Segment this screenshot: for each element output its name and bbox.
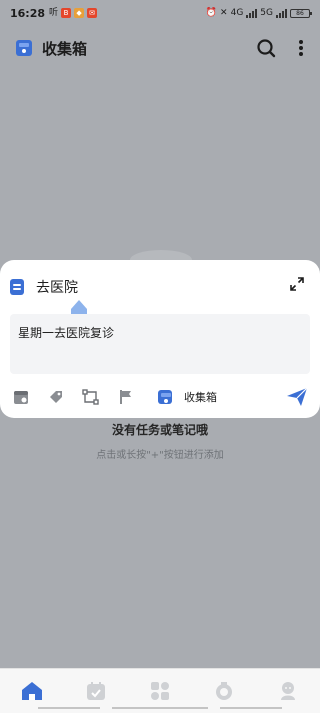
notification-app-icon: B: [61, 8, 72, 18]
home-icon[interactable]: [12, 671, 52, 711]
task-title-input[interactable]: 去医院: [36, 277, 78, 297]
empty-state-title: 没有任务或笔记哦: [111, 423, 208, 437]
tag-icon[interactable]: [47, 388, 65, 406]
quick-add-toolbar: 收集箱: [12, 386, 308, 408]
priority-flag-icon[interactable]: [117, 388, 135, 406]
search-icon[interactable]: [256, 38, 276, 58]
project-label: 收集箱: [184, 391, 217, 404]
alarm-icon: ⏰: [205, 8, 218, 18]
gesture-bar: [112, 707, 208, 709]
status-bar: 16:28 听 B ◆ ✉ ⏰ ✕ 4G 5G 86: [0, 0, 320, 26]
status-carrier-text: 听: [49, 7, 59, 18]
task-title-row: 去医院: [10, 276, 78, 298]
project-selector[interactable]: 收集箱: [158, 389, 217, 405]
send-icon[interactable]: [286, 387, 308, 407]
habit-icon[interactable]: [204, 671, 244, 711]
calendar-icon[interactable]: [76, 671, 116, 711]
profile-icon[interactable]: [268, 671, 308, 711]
battery-icon: 86: [290, 8, 312, 18]
app-header: 收集箱: [0, 30, 320, 66]
notification-app-icon-2: ◆: [74, 8, 85, 18]
mute-icon: ✕: [220, 8, 228, 18]
inbox-icon: [158, 390, 172, 404]
date-icon[interactable]: [12, 388, 30, 406]
gesture-bar-segment-2: [220, 707, 282, 709]
signal-icon-2: [276, 8, 287, 18]
more-vertical-icon[interactable]: [298, 40, 304, 56]
battery-level: 86: [296, 9, 304, 17]
signal-icon: [246, 8, 258, 18]
quick-add-card: 去医院 星期一去医院复诊 收集箱: [0, 260, 320, 418]
bottom-navigation: [0, 668, 320, 713]
empty-state-hint: 点击或长按"+"按钮进行添加: [96, 450, 224, 461]
network-label-2: 5G: [260, 8, 273, 18]
gesture-bar-segment: [38, 707, 100, 709]
task-list-icon: [10, 279, 24, 295]
status-time: 16:28: [10, 6, 46, 20]
page-title[interactable]: 收集箱: [42, 38, 87, 59]
expand-icon[interactable]: [290, 276, 304, 291]
description-input[interactable]: 星期一去医院复诊: [10, 314, 310, 374]
description-text: 星期一去医院复诊: [18, 326, 115, 340]
inbox-icon: [16, 40, 32, 56]
notification-app-icon-3: ✉: [87, 8, 98, 18]
subtask-icon[interactable]: [82, 388, 100, 406]
apps-grid-icon[interactable]: [140, 671, 180, 711]
header-actions: [256, 38, 304, 58]
network-label: 4G: [230, 8, 244, 18]
status-indicators: ⏰ ✕ 4G 5G 86: [205, 8, 312, 18]
